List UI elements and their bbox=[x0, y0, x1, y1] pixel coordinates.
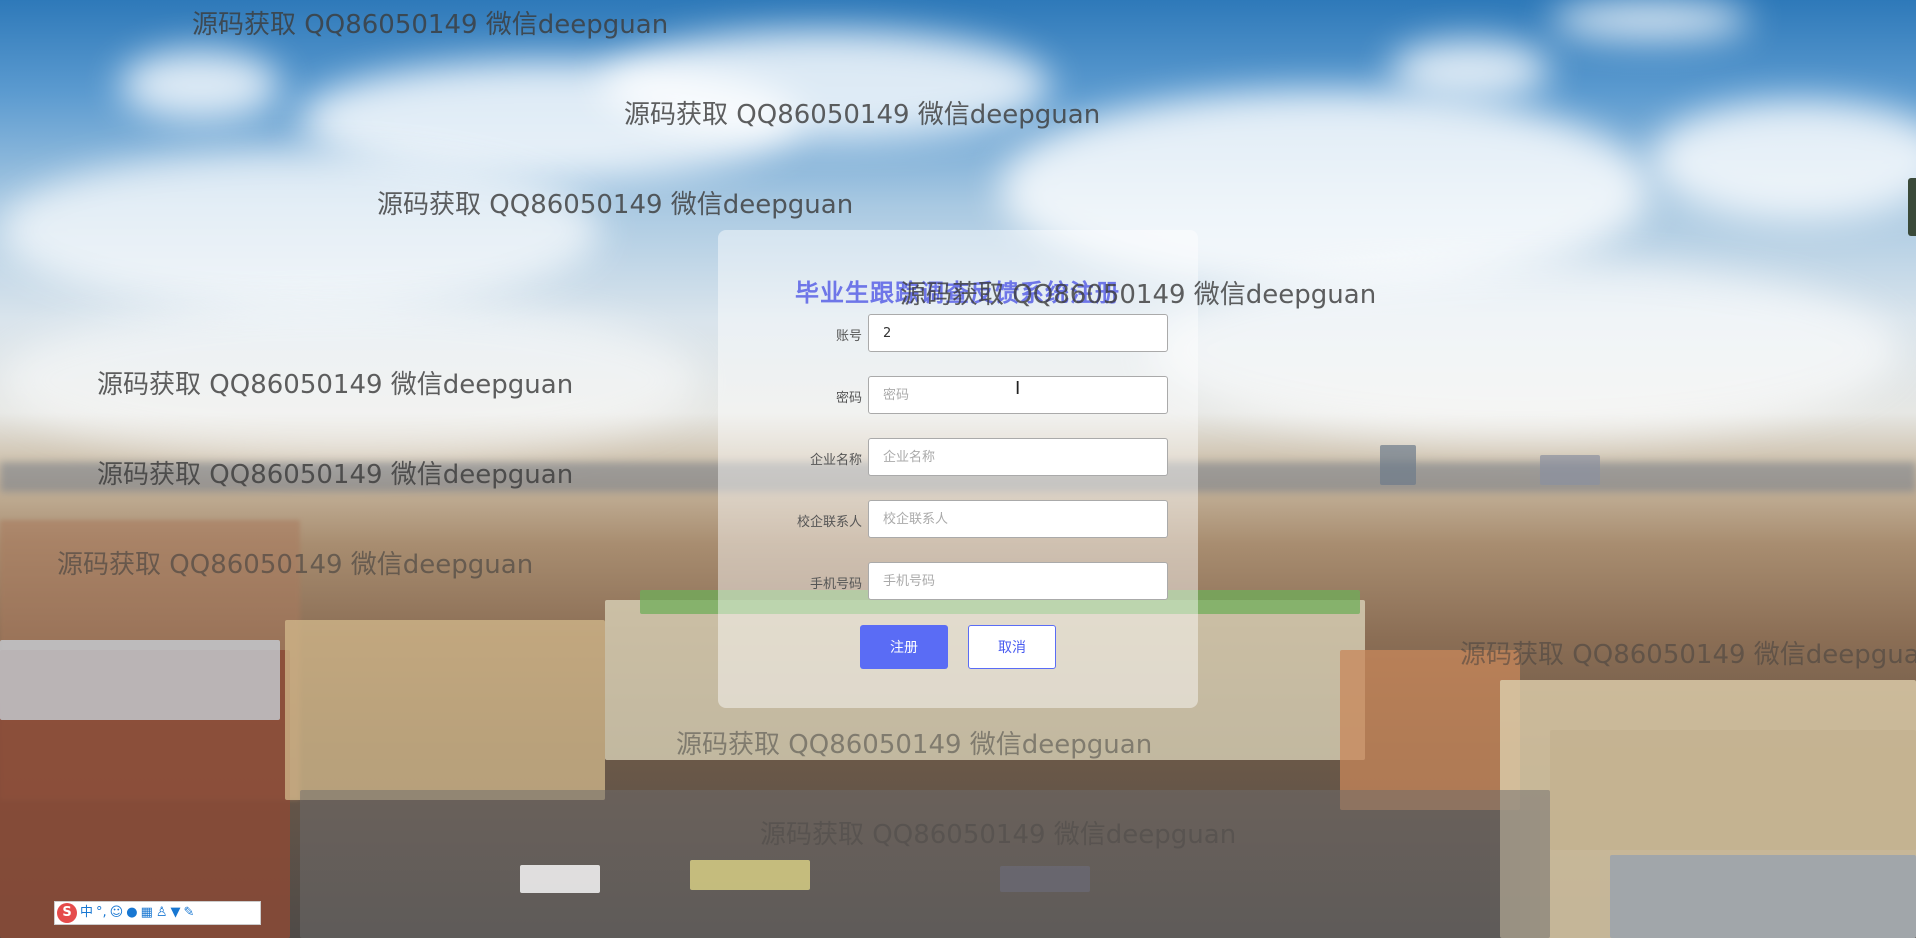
user-icon[interactable]: ♙ bbox=[156, 903, 168, 923]
tools-icon[interactable]: ✎ bbox=[184, 903, 195, 923]
watermark-text: 源码获取 QQ86050149 微信deepguan bbox=[192, 10, 669, 40]
row-account: 账号 bbox=[718, 314, 1198, 354]
watermark-text: 源码获取 QQ86050149 微信deepguan bbox=[97, 370, 574, 400]
contact-label: 校企联系人 bbox=[796, 515, 862, 530]
row-company: 企业名称 bbox=[718, 438, 1198, 478]
punctuation-icon[interactable]: °, bbox=[96, 903, 107, 923]
phone-input[interactable] bbox=[868, 562, 1168, 600]
ime-mode-toggle[interactable]: 中 bbox=[80, 903, 93, 923]
watermark-text: 源码获取 QQ86050149 微信deepguan bbox=[760, 820, 1237, 850]
watermark-text: 源码获取 QQ86050149 微信deepguan bbox=[624, 100, 1101, 130]
side-edge-widget bbox=[1908, 178, 1916, 236]
row-password: 密码 bbox=[718, 376, 1198, 416]
contact-input[interactable] bbox=[868, 500, 1168, 538]
watermark-text: 源码获取 QQ86050149 微信deepguan bbox=[377, 190, 854, 220]
ime-logo-icon[interactable]: S bbox=[57, 903, 77, 923]
ime-toolbar[interactable]: S 中 °, ☺ ● ▦ ♙ ▼ ✎ bbox=[54, 901, 261, 925]
company-name-label: 企业名称 bbox=[809, 453, 862, 468]
row-phone: 手机号码 bbox=[718, 562, 1198, 602]
keyboard-icon[interactable]: ▦ bbox=[141, 903, 153, 923]
text-cursor-icon: I bbox=[1015, 378, 1021, 399]
account-label: 账号 bbox=[835, 329, 862, 344]
register-button[interactable]: 注册 bbox=[860, 625, 948, 669]
watermark-text: 源码获取 QQ86050149 微信deepguan bbox=[97, 460, 574, 490]
microphone-icon[interactable]: ● bbox=[126, 903, 137, 923]
row-contact: 校企联系人 bbox=[718, 500, 1198, 540]
emoji-icon[interactable]: ☺ bbox=[110, 903, 124, 923]
account-input[interactable] bbox=[868, 314, 1168, 352]
cancel-button[interactable]: 取消 bbox=[968, 625, 1056, 669]
password-label: 密码 bbox=[835, 391, 862, 406]
phone-label: 手机号码 bbox=[809, 577, 862, 592]
skin-icon[interactable]: ▼ bbox=[171, 903, 181, 923]
watermark-text: 源码获取 QQ86050149 微信deepguan bbox=[900, 280, 1377, 310]
company-name-input[interactable] bbox=[868, 438, 1168, 476]
watermark-text: 源码获取 QQ86050149 微信deepguan bbox=[57, 550, 534, 580]
watermark-text: 源码获取 QQ86050149 微信deepguan bbox=[676, 730, 1153, 760]
watermark-text: 源码获取 QQ86050149 微信deepguan bbox=[1460, 640, 1916, 670]
